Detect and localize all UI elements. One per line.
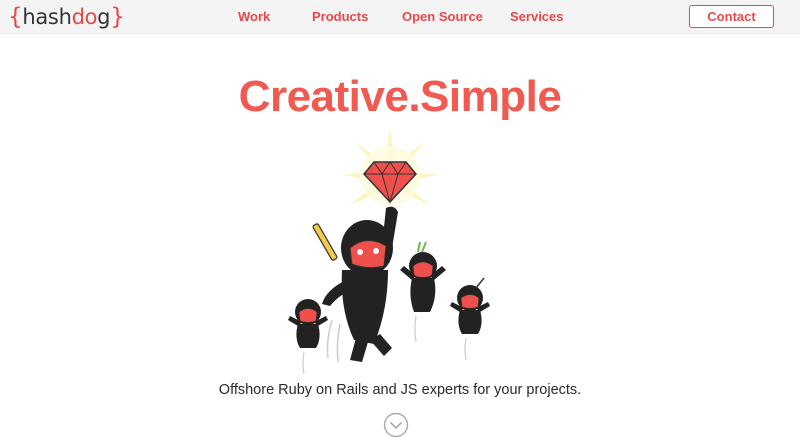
logo-text-o: o <box>84 5 98 29</box>
chevron-down-circle-icon[interactable] <box>383 412 409 438</box>
nav-open-source-link[interactable]: Open Source <box>402 9 483 24</box>
logo-text-g: g <box>97 5 111 29</box>
logo-text-d: d <box>71 5 85 29</box>
main-ninja <box>322 206 398 363</box>
small-ninja-far-right <box>450 277 490 361</box>
hero-tagline: Offshore Ruby on Rails and JS experts fo… <box>218 382 582 398</box>
nav-work-link[interactable]: Work <box>238 9 270 24</box>
contact-button[interactable]: Contact <box>689 5 774 28</box>
hashdog-logo[interactable]: { hash d o g } <box>8 3 125 31</box>
logo-open-brace: { <box>8 4 23 30</box>
logo-text-hash: hash <box>22 5 72 29</box>
sword-icon <box>312 223 338 261</box>
nav-services-link[interactable]: Services <box>510 9 564 24</box>
logo-close-brace: } <box>110 4 125 30</box>
ninja-ruby-illustration <box>288 128 490 375</box>
small-ninja-left <box>288 299 328 375</box>
nav-products-link[interactable]: Products <box>312 9 368 24</box>
small-ninja-right <box>400 241 446 343</box>
navbar: { hash d o g } Work Products Open Source… <box>0 0 800 34</box>
hero-title: Creative.Simple <box>238 72 562 121</box>
